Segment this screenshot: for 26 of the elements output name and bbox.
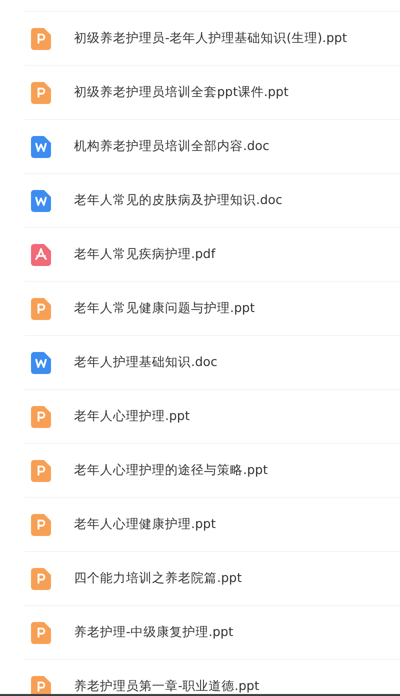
slides-file-icon <box>31 514 51 536</box>
word-file-icon <box>31 136 51 158</box>
slides-file-icon <box>31 568 51 590</box>
file-name[interactable]: 四个能力培训之养老院篇.ppt <box>74 570 242 587</box>
file-name[interactable]: 机构养老护理员培训全部内容.doc <box>74 138 270 155</box>
file-name[interactable]: 初级养老护理员-老年人护理基础知识(生理).ppt <box>74 30 348 47</box>
slides-file-icon <box>31 82 51 104</box>
file-name[interactable]: 老年人护理基础知识.doc <box>74 354 218 371</box>
file-name[interactable]: 老年人常见健康问题与护理.ppt <box>74 300 255 317</box>
slides-file-icon <box>31 298 51 320</box>
slides-file-icon <box>31 406 51 428</box>
pdf-file-icon <box>31 244 51 266</box>
file-name[interactable]: 老年人常见疾病护理.pdf <box>74 246 216 263</box>
slides-file-icon <box>31 460 51 482</box>
file-name[interactable]: 老年人常见的皮肤病及护理知识.doc <box>74 192 282 209</box>
file-name[interactable]: 养老护理-中级康复护理.ppt <box>74 624 234 641</box>
word-file-icon <box>31 352 51 374</box>
file-name[interactable]: 初级养老护理员培训全套ppt课件.ppt <box>74 84 289 101</box>
slides-file-icon <box>31 622 51 644</box>
file-name[interactable]: 老年人心理健康护理.ppt <box>74 516 216 533</box>
file-name[interactable]: 养老护理员第一章-职业道德.ppt <box>74 678 260 694</box>
word-file-icon <box>31 190 51 212</box>
slides-file-icon <box>31 676 51 694</box>
slides-file-icon <box>31 28 51 50</box>
file-name[interactable]: 老年人心理护理.ppt <box>74 408 190 425</box>
file-name[interactable]: 老年人心理护理的途径与策略.ppt <box>74 462 268 479</box>
